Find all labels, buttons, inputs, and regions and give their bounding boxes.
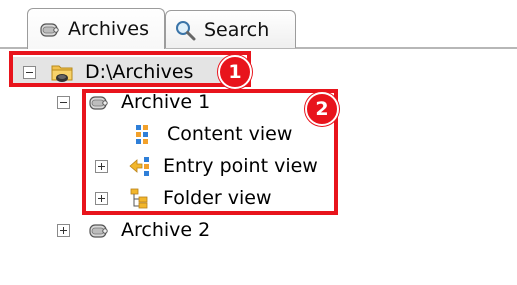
callout-badge-2: 2 — [305, 92, 339, 126]
tab-search-label: Search — [204, 18, 270, 41]
tab-search[interactable]: Search — [165, 10, 296, 48]
collapse-toggle-archive-1[interactable] — [57, 96, 70, 109]
tab-archives[interactable]: Archives — [27, 8, 165, 49]
tree-item-archive-2-label: Archive 2 — [121, 219, 211, 241]
tab-strip: Archives Search — [0, 0, 517, 49]
archive-icon — [89, 224, 108, 238]
tree-item-archive-2[interactable]: Archive 2 — [53, 215, 210, 245]
magnifier-icon — [176, 20, 196, 40]
expand-toggle-archive-2[interactable] — [57, 224, 70, 237]
callout-box-1 — [9, 51, 251, 87]
callout-box-2 — [82, 89, 338, 215]
callout-badge-1: 1 — [218, 55, 252, 89]
archive-icon — [40, 23, 59, 37]
tab-archives-label: Archives — [68, 18, 149, 40]
